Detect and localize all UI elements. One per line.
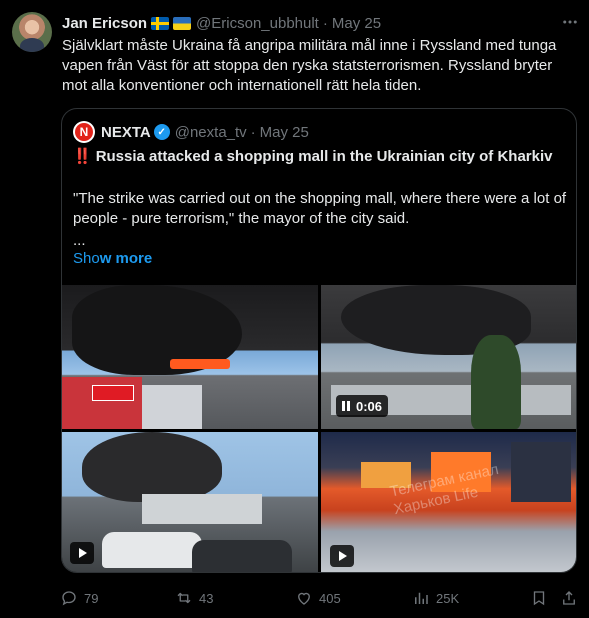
more-options-icon[interactable] — [560, 12, 580, 32]
tree-shape — [471, 335, 521, 429]
views-chart-icon — [415, 592, 428, 604]
play-icon[interactable] — [330, 545, 354, 567]
reply-icon — [62, 591, 76, 606]
author-handle[interactable]: @Ericson_ubbhult — [196, 15, 319, 32]
reply-count: 79 — [84, 590, 99, 606]
show-more-link[interactable]: Show more — [73, 249, 152, 269]
ukraine-flag-icon — [173, 16, 192, 30]
bookmark-icon — [533, 591, 545, 606]
like-button[interactable]: 405 — [295, 586, 341, 610]
quoted-tweet-ellipsis: ... — [73, 232, 86, 249]
tweet-header: Jan Ericson @Ericson_ubbhult · May 25 — [62, 13, 381, 33]
store-sign-shape — [92, 385, 134, 401]
heart-icon — [298, 592, 310, 605]
share-button[interactable] — [560, 586, 578, 610]
media-video-4[interactable]: Телеграм канал Харьков Life — [321, 432, 576, 572]
avatar[interactable] — [12, 12, 52, 52]
video-duration-badge[interactable]: 0:06 — [336, 395, 389, 417]
pause-icon — [342, 401, 350, 411]
media-video-3[interactable] — [62, 432, 318, 572]
bookmark-button[interactable] — [530, 586, 548, 610]
verified-badge-icon: ✓ — [153, 124, 170, 140]
smoke-shape — [82, 432, 222, 502]
pixelated-dark-shape — [511, 442, 571, 502]
play-icon[interactable] — [70, 542, 94, 564]
media-image-1[interactable] — [62, 285, 318, 429]
repost-button[interactable]: 43 — [175, 586, 213, 610]
repost-icon — [177, 592, 191, 604]
view-count: 25K — [436, 590, 460, 606]
tweet-action-bar: 79 43 405 25K — [60, 586, 580, 610]
sweden-flag-icon — [151, 16, 170, 30]
quoted-tweet-header: N NEXTA ✓ @nexta_tv · May 25 — [73, 121, 309, 143]
car-shape — [192, 540, 292, 572]
quoted-tweet-title: ‼️ Russia attacked a shopping mall in the… — [73, 147, 552, 167]
show-more-suffix: w more — [99, 250, 153, 267]
separator-dot: · — [250, 123, 256, 141]
quoted-title-text: Russia attacked a shopping mall in the U… — [95, 148, 553, 165]
car-shape — [102, 532, 202, 568]
separator-dot: · — [322, 14, 328, 32]
quoted-tweet-body: "The strike was carried out on the shopp… — [73, 190, 567, 227]
tweet-text: Självklart måste Ukraina få angripa mili… — [62, 37, 557, 94]
share-icon — [563, 591, 575, 605]
quoted-author-handle[interactable]: @nexta_tv — [175, 124, 247, 141]
double-exclamation-icon: ‼️ — [73, 148, 92, 165]
fire-shape — [170, 359, 230, 369]
views-button[interactable]: 25K — [412, 586, 459, 610]
repost-count: 43 — [199, 590, 214, 606]
tweet-date[interactable]: May 25 — [332, 15, 381, 32]
quoted-tweet-date[interactable]: May 25 — [260, 124, 309, 141]
building-shape — [142, 385, 202, 429]
nexta-logo-letter: N — [75, 123, 93, 141]
quoted-tweet[interactable]: N NEXTA ✓ @nexta_tv · May 25 ‼️ Russia at… — [61, 108, 577, 573]
reply-button[interactable]: 79 — [60, 586, 98, 610]
quoted-author-name[interactable]: NEXTA — [101, 124, 151, 141]
building-shape — [142, 494, 262, 524]
author-name[interactable]: Jan Ericson — [62, 15, 147, 32]
show-more-prefix: Sho — [73, 250, 100, 267]
like-count: 405 — [319, 590, 341, 606]
nexta-logo[interactable]: N — [73, 121, 95, 143]
video-duration: 0:06 — [356, 398, 383, 414]
media-video-2[interactable]: 0:06 — [321, 285, 576, 429]
